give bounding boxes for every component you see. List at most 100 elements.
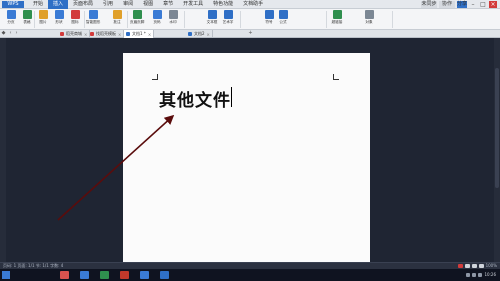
ribbon-button[interactable]: 形状: [52, 10, 66, 25]
watermark-icon: [168, 10, 178, 19]
input-method-icon[interactable]: [478, 273, 483, 277]
taskbar-app-icon[interactable]: [100, 271, 109, 279]
document-tab-icon: [126, 32, 130, 36]
taskbar-app-icon[interactable]: [60, 271, 69, 279]
scroll-thumb[interactable]: [495, 68, 499, 188]
ribbon-button-label: 图标: [71, 20, 79, 24]
document-workspace: 其他文件: [0, 38, 500, 262]
menu-tab[interactable]: 章节: [158, 0, 178, 9]
symbol-icon: [264, 10, 274, 19]
ribbon-button[interactable]: 符号: [262, 10, 276, 25]
page-break-icon: [6, 10, 16, 19]
read-mode-icon[interactable]: [478, 264, 484, 268]
clock[interactable]: 10:26: [484, 273, 496, 277]
ribbon-button-label: 图片: [39, 20, 47, 24]
ribbon-button[interactable]: 公式: [276, 10, 290, 25]
document-tab[interactable]: 文档1 * ×: [124, 30, 155, 38]
ribbon-button[interactable]: 页眉页脚: [130, 10, 144, 25]
ribbon-separator: [326, 11, 327, 28]
menu-tab[interactable]: 插入: [48, 0, 69, 9]
menu-tab[interactable]: 文档助手: [238, 0, 268, 9]
volume-icon[interactable]: [472, 273, 477, 277]
document-tab-icon: [188, 32, 192, 36]
ribbon-button[interactable]: 智能图形: [86, 10, 100, 25]
menu-tab[interactable]: 视图: [138, 0, 158, 9]
menu-tab[interactable]: 开发工具: [178, 0, 208, 9]
close-tab-icon[interactable]: ×: [207, 32, 210, 37]
ribbon-separator: [392, 11, 393, 28]
header-footer-icon: [132, 10, 142, 19]
taskbar-app-icon[interactable]: [120, 271, 129, 279]
close-tab-icon[interactable]: ×: [148, 32, 151, 37]
home-icon[interactable]: ◆: [1, 31, 6, 36]
ribbon-button-label: 公式: [279, 20, 287, 24]
menu-tab[interactable]: 页面布局: [68, 0, 98, 9]
ribbon-button[interactable]: 图标: [68, 10, 82, 25]
ribbon-button[interactable]: 文本框: [205, 10, 219, 25]
app-logo[interactable]: WPS: [2, 1, 24, 8]
margin-corner-top-right: [333, 74, 339, 80]
sync-button[interactable]: 未同步: [421, 1, 437, 8]
close-tab-icon[interactable]: ×: [118, 32, 121, 37]
forward-icon[interactable]: ›: [14, 31, 19, 36]
document-heading[interactable]: 其他文件: [159, 86, 231, 111]
hyperlink-icon: [332, 10, 342, 19]
document-tab-label: 文档1 *: [132, 31, 146, 36]
new-tab-icon[interactable]: +: [248, 31, 253, 36]
menu-tab[interactable]: 引用: [98, 0, 118, 9]
vertical-scrollbar[interactable]: [494, 38, 500, 262]
ribbon-button-label: 艺术字: [222, 20, 234, 24]
ribbon-button[interactable]: 页码: [150, 10, 164, 25]
picture-icon: [38, 10, 48, 19]
close-icon[interactable]: ×: [489, 1, 497, 8]
ribbon-button-label: 水印: [169, 20, 177, 24]
ribbon-button[interactable]: 批注: [110, 10, 124, 25]
menu-tab[interactable]: 特色功能: [208, 0, 238, 9]
ribbon-button[interactable]: 表格: [20, 10, 34, 25]
system-tray: 10:26: [466, 271, 496, 279]
object-icon: [364, 10, 374, 19]
shape-icon: [54, 10, 64, 19]
ribbon-button[interactable]: 对象: [362, 10, 376, 25]
page-view-icon[interactable]: [464, 264, 470, 268]
collaborate-button[interactable]: 协作: [439, 1, 455, 8]
taskbar-app-icon[interactable]: [160, 271, 169, 279]
web-view-icon[interactable]: [471, 264, 477, 268]
margin-corner-top-left: [152, 74, 158, 80]
ribbon-button[interactable]: 艺术字: [221, 10, 235, 25]
document-tab[interactable]: 文档2 ×: [186, 30, 213, 38]
ribbon-button[interactable]: 图片: [36, 10, 50, 25]
menu-tab[interactable]: 审阅: [118, 0, 138, 9]
document-tab[interactable]: 找稻壳模板 ×: [88, 30, 125, 38]
ribbon-button[interactable]: 分页: [4, 10, 18, 25]
ribbon-button[interactable]: 水印: [166, 10, 180, 25]
back-icon[interactable]: ‹: [8, 31, 13, 36]
taskbar-app-icon[interactable]: [140, 271, 149, 279]
ribbon-button[interactable]: 超链接: [330, 10, 344, 25]
close-tab-icon[interactable]: ×: [84, 32, 87, 37]
os-taskbar: 10:26: [0, 269, 500, 281]
text-cursor: [231, 87, 232, 107]
ribbon-button-label: 表格: [23, 20, 31, 24]
record-icon[interactable]: [457, 264, 463, 268]
document-page[interactable]: 其他文件: [123, 53, 370, 262]
ribbon-separator: [127, 11, 128, 28]
document-tab[interactable]: 稻壳商城 ×: [58, 30, 91, 38]
ribbon-button-label: 批注: [113, 20, 121, 24]
maximize-icon[interactable]: □: [479, 1, 487, 8]
ribbon-button-label: 文本框: [206, 20, 218, 24]
ribbon-separator: [240, 11, 241, 28]
menu-tab[interactable]: 开始: [28, 0, 48, 9]
share-button[interactable]: 分享: [457, 1, 467, 8]
document-tab-bar: ◆ ‹ › 稻壳商城 × 找稻壳模板 × 文档1 * × 文档2 × +: [0, 30, 500, 38]
taskbar-app-icon[interactable]: [80, 271, 89, 279]
ribbon-separator: [84, 11, 85, 28]
document-tab-label: 文档2: [194, 31, 205, 36]
start-menu-icon[interactable]: [2, 271, 10, 279]
ribbon-button-label: 分页: [7, 20, 15, 24]
ribbon-button-label: 页眉页脚: [130, 20, 145, 24]
minimize-icon[interactable]: –: [469, 1, 477, 8]
network-icon[interactable]: [466, 273, 471, 277]
ribbon-button-label: 页码: [153, 20, 161, 24]
status-bar: 页码: 1 页面: 1/1 节: 1/1 字数: 4 100%: [0, 262, 500, 269]
